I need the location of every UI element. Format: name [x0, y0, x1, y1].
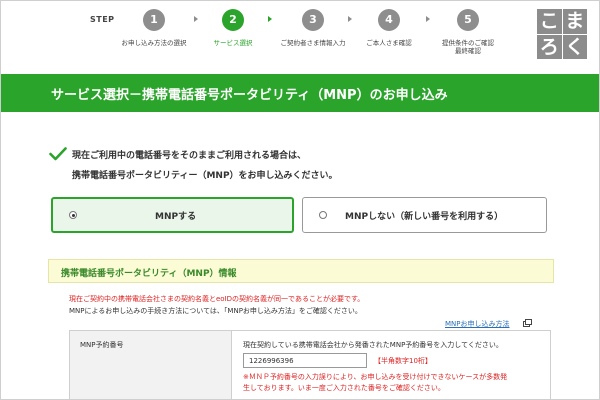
logo-char: ろ — [537, 34, 562, 59]
section-title: 携帯電話番号ポータビリティ（MNP）情報 — [61, 269, 237, 279]
checkmark-icon — [49, 147, 67, 161]
step-caption-line2: 最終確認 — [455, 47, 481, 55]
step-progress-bar: STEP 1 お申し込み方法の選択 2 サービス選択 3 ご契約者さま情報入力 … — [1, 1, 599, 63]
mnp-info-section-header: 携帯電話番号ポータビリティ（MNP）情報 — [48, 259, 554, 283]
mnp-number-label: MNP予約番号 — [80, 341, 124, 349]
step-number: 5 — [457, 9, 479, 31]
step-number: 2 — [222, 9, 244, 31]
step-number: 1 — [143, 9, 165, 31]
mnp-yes-option[interactable]: MNPする — [51, 197, 294, 233]
step-number: 4 — [378, 9, 400, 31]
radio-checked-icon[interactable] — [69, 211, 77, 219]
mnp-no-option[interactable]: MNPしない（新しい番号を利用する） — [302, 197, 547, 233]
komaroku-logo: こ ま ろ く — [537, 9, 587, 59]
field-label-cell: MNP予約番号 — [70, 331, 232, 399]
page-frame: STEP 1 お申し込み方法の選択 2 サービス選択 3 ご契約者さま情報入力 … — [0, 0, 600, 400]
mnp-howto-note: MNPによるお申し込みの手続き方法については、「MNPお申し込み方法」をご確認く… — [69, 307, 362, 315]
step-number: 3 — [302, 9, 324, 31]
mnp-yes-label: MNPする — [155, 212, 197, 222]
field-description: 現在契約している携帯電話会社から発番されたMNP予約番号を入力してください。 — [243, 341, 503, 349]
info-text-line2: 携帯電話番号ポータビリティー（MNP）をお申し込みください。 — [72, 171, 338, 181]
radio-unchecked-icon[interactable] — [319, 211, 327, 219]
external-window-icon[interactable] — [523, 319, 532, 327]
logo-char: こ — [537, 9, 562, 34]
step-caption-line1: 提供条件のご確認 — [442, 39, 494, 47]
logo-char: ま — [562, 9, 587, 34]
logo-char: く — [562, 34, 587, 59]
page-title: サービス選択－携帯電話番号ポータビリティ（MNP）のお申し込み — [51, 88, 448, 103]
contract-name-warning: 現在ご契約中の携帯電話会社さまの契約名義とeoIDの契約名義が同一であることが必… — [69, 295, 365, 303]
step-5: 5 提供条件のご確認 最終確認 — [418, 9, 518, 55]
mnp-form-table: MNP予約番号 現在契約している携帯電話会社から発番されたMNP予約番号を入力し… — [69, 330, 551, 399]
step-caption: 提供条件のご確認 最終確認 — [418, 39, 518, 55]
page-title-banner: サービス選択－携帯電話番号ポータビリティ（MNP）のお申し込み — [1, 74, 599, 112]
mnp-number-input[interactable] — [243, 353, 367, 368]
mnp-no-label: MNPしない（新しい番号を利用する） — [345, 212, 504, 222]
input-error-line2: 生しております。いま一度ご入力された番号をご確認ください。 — [243, 384, 445, 392]
info-text-line1: 現在ご利用中の電話番号をそのままご利用される場合は、 — [72, 151, 307, 161]
input-format-hint: 【半角数字10桁】 — [374, 357, 432, 365]
input-error-line1: ※ＭＮＰ予約番号の入力誤りにより、お申し込みを受け付けできないケースが多数発 — [243, 373, 508, 381]
mnp-howto-link[interactable]: MNPお申し込み方法 — [445, 319, 510, 329]
